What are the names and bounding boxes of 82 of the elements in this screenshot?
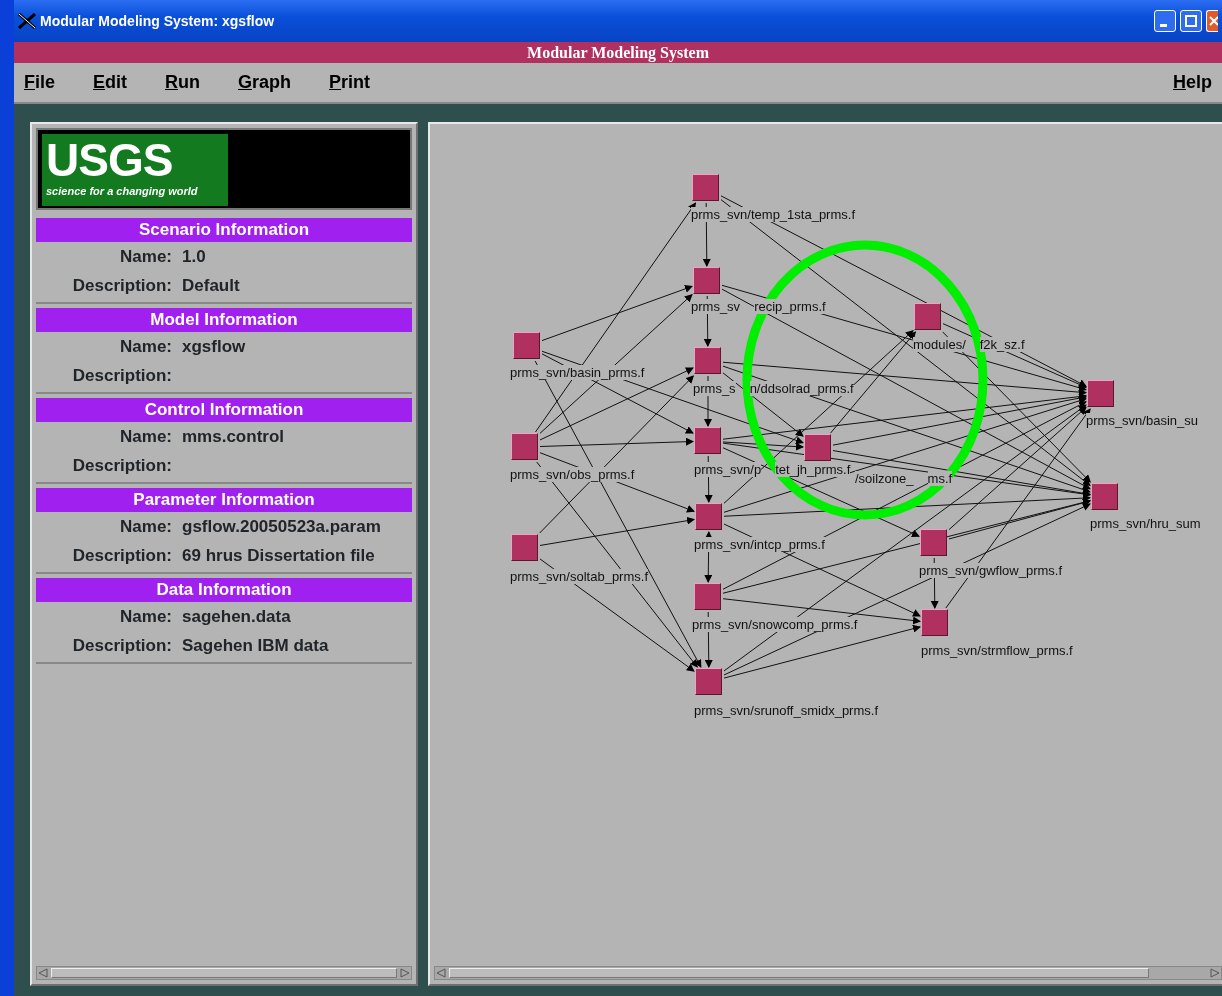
module-node [511, 433, 538, 460]
menu-item[interactable]: Print [329, 69, 371, 96]
menu-item[interactable]: File [24, 69, 55, 96]
maximize-icon [1185, 15, 1197, 27]
module-node [693, 267, 720, 294]
app-banner: Modular Modeling System [14, 42, 1222, 63]
section-header: Scenario Information [36, 218, 412, 242]
field-label: Description: [71, 454, 173, 477]
scroll-left-icon[interactable] [37, 967, 49, 979]
field-value: Sagehen IBM data [182, 634, 329, 657]
module-label: ms.f [927, 471, 953, 486]
section-header: Model Information [36, 308, 412, 332]
minimize-icon [1160, 23, 1167, 27]
close-button[interactable] [1206, 10, 1218, 32]
module-label: recip_prms.f [754, 299, 826, 314]
module-label: tet_jh_prms.f [775, 462, 851, 477]
module-node [694, 583, 721, 610]
module-label: prms_svn/strmflow_prms.f [921, 643, 1073, 658]
module-node [920, 529, 947, 556]
maximize-button[interactable] [1180, 10, 1202, 32]
module-node [695, 503, 722, 530]
module-node [695, 668, 722, 695]
module-label: f2k_sz.f [979, 337, 1025, 352]
module-label: prms_s [693, 381, 736, 396]
scroll-left-icon[interactable] [435, 967, 447, 979]
module-label: /soilzone_ [855, 471, 914, 486]
field-label: Name: [119, 605, 173, 628]
module-node [694, 427, 721, 454]
module-label: prms_svn/gwflow_prms.f [919, 563, 1063, 578]
horizontal-scrollbar[interactable] [434, 966, 1222, 980]
module-label: prms_svn/hru_sum [1090, 516, 1201, 531]
module-label: prms_svn/soltab_prms.f [510, 569, 648, 584]
module-label: modules/ [913, 337, 966, 352]
window-title: Modular Modeling System: xgsflow [40, 11, 275, 31]
module-label: n/ddsolrad_prms.f [749, 381, 854, 396]
menu-item[interactable]: Help [1173, 69, 1212, 96]
scroll-right-icon[interactable] [399, 967, 411, 979]
usgs-logo: USGS science for a changing world [42, 134, 228, 206]
module-node [694, 347, 721, 374]
scroll-right-icon[interactable] [1209, 967, 1221, 979]
module-node [914, 303, 941, 330]
module-label: prms_svn/p [694, 462, 762, 477]
field-label: Name: [119, 515, 173, 538]
field-value: gsflow.20050523a.param [182, 515, 381, 538]
module-label: prms_svn/obs_prms.f [510, 467, 635, 482]
menu-item[interactable]: Run [165, 69, 201, 96]
field-label: Name: [119, 335, 173, 358]
module-label: prms_svn/srunoff_smidx_prms.f [694, 703, 878, 718]
module-node [511, 534, 538, 561]
field-value: 69 hrus Dissertation file [182, 544, 375, 567]
section-header: Control Information [36, 398, 412, 422]
field-value: mms.control [182, 425, 285, 448]
module-label: prms_svn/basin_prms.f [510, 365, 645, 380]
field-label: Description: [71, 544, 173, 567]
module-node [921, 609, 948, 636]
module-node [804, 434, 831, 461]
field-value: xgsflow [182, 335, 246, 358]
horizontal-scrollbar[interactable] [36, 966, 412, 980]
module-label: prms_sv [691, 299, 741, 314]
module-node [513, 332, 540, 359]
section-header: Parameter Information [36, 488, 412, 512]
section-header: Data Information [36, 578, 412, 602]
field-value: Default [182, 274, 240, 297]
module-label: prms_svn/temp_1sta_prms.f [691, 207, 855, 222]
module-label: prms_svn/intcp_prms.f [694, 537, 825, 552]
field-label: Name: [119, 425, 173, 448]
menu-item[interactable]: Edit [93, 69, 128, 96]
field-label: Description: [71, 634, 173, 657]
close-icon [1207, 15, 1218, 27]
field-label: Description: [71, 274, 173, 297]
module-label: prms_svn/basin_su [1086, 413, 1198, 428]
minimize-button[interactable] [1154, 10, 1176, 32]
field-label: Name: [119, 245, 173, 268]
module-node [1091, 483, 1118, 510]
x-logo-icon [18, 13, 36, 29]
module-node [692, 174, 719, 201]
module-label: prms_svn/snowcomp_prms.f [692, 617, 858, 632]
module-node [1087, 380, 1114, 407]
menu-item[interactable]: Graph [238, 69, 292, 96]
field-value: sagehen.data [182, 605, 291, 628]
field-value: 1.0 [182, 245, 206, 268]
field-label: Description: [71, 364, 173, 387]
